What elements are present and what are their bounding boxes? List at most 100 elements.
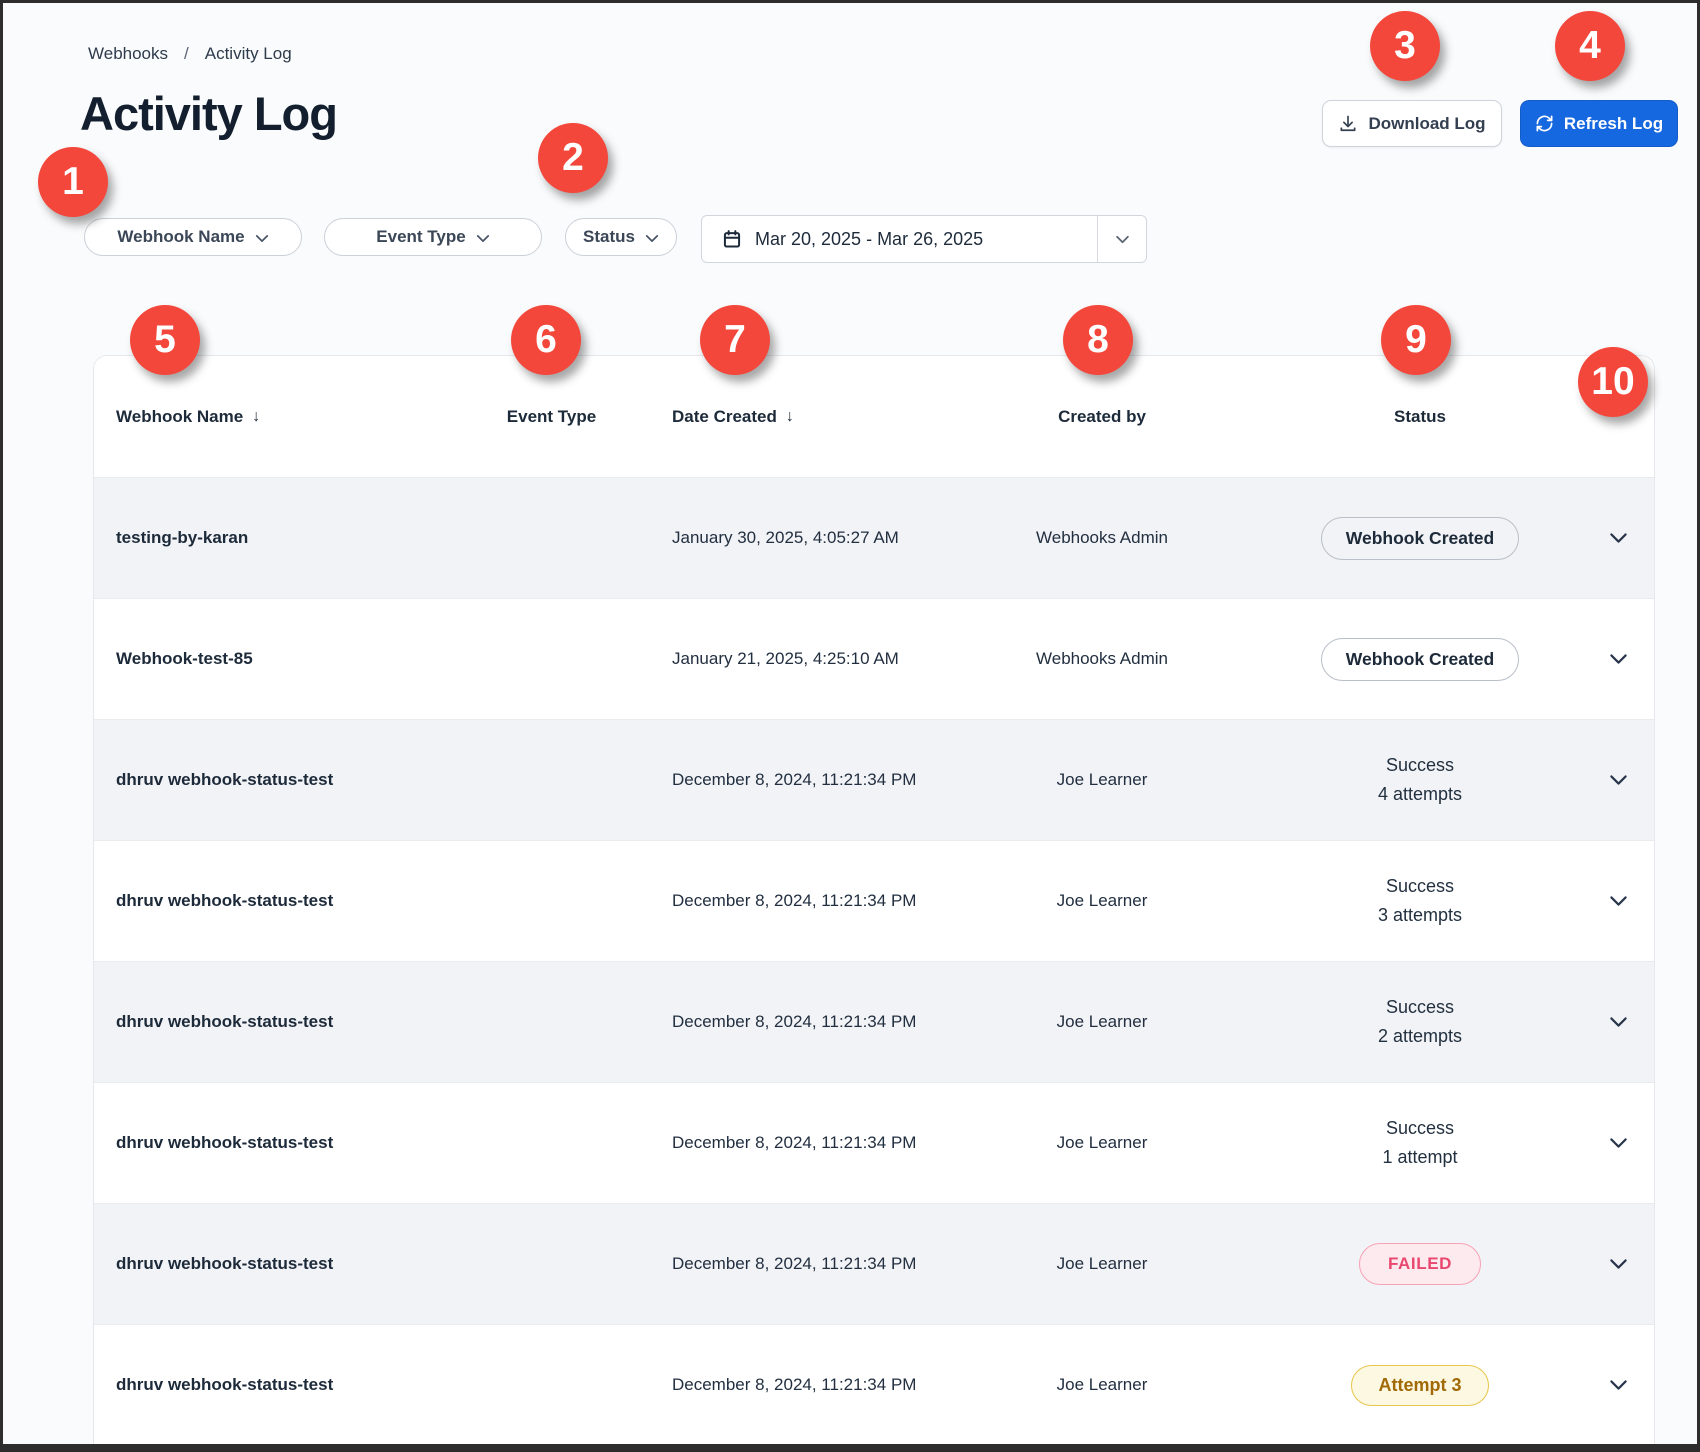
- page-title: Activity Log: [80, 86, 337, 141]
- cell-status: Success3 attempts: [1260, 872, 1580, 930]
- activity-log-table: Webhook Name ↓ Event Type Date Created ↓…: [93, 355, 1655, 1452]
- filter-event-type-label: Event Type: [376, 227, 465, 247]
- column-header-event-type: Event Type: [464, 407, 639, 427]
- expand-row-chevron-icon[interactable]: [1580, 1258, 1655, 1270]
- table-row[interactable]: dhruv webhook-status-testDecember 8, 202…: [94, 1082, 1654, 1203]
- chevron-down-icon: [476, 234, 490, 243]
- expand-row-chevron-icon[interactable]: [1580, 1379, 1655, 1391]
- cell-webhook-name: dhruv webhook-status-test: [94, 1254, 464, 1274]
- date-range-value: Mar 20, 2025 - Mar 26, 2025: [755, 229, 983, 250]
- date-range-picker[interactable]: Mar 20, 2025 - Mar 26, 2025: [701, 215, 1147, 263]
- activity-log-page: Webhooks / Activity Log Activity Log Dow…: [0, 0, 1700, 1452]
- cell-created-by: Joe Learner: [944, 1012, 1260, 1032]
- cell-webhook-name: testing-by-karan: [94, 528, 464, 548]
- status-line2: 3 attempts: [1378, 901, 1462, 930]
- cell-date-created: December 8, 2024, 11:21:34 PM: [639, 770, 944, 790]
- filter-webhook-name-label: Webhook Name: [117, 227, 244, 247]
- cell-date-created: December 8, 2024, 11:21:34 PM: [639, 891, 944, 911]
- column-header-status: Status: [1260, 407, 1580, 427]
- cell-webhook-name: dhruv webhook-status-test: [94, 1012, 464, 1032]
- calendar-icon: [722, 229, 742, 249]
- cell-status: FAILED: [1260, 1243, 1580, 1285]
- status-line2: 1 attempt: [1382, 1143, 1457, 1172]
- cell-created-by: Joe Learner: [944, 1375, 1260, 1395]
- cell-webhook-name: Webhook-test-85: [94, 649, 464, 669]
- download-log-label: Download Log: [1368, 114, 1485, 134]
- status-badge: Attempt 3: [1351, 1365, 1488, 1406]
- cell-webhook-name: dhruv webhook-status-test: [94, 1133, 464, 1153]
- sort-desc-icon[interactable]: ↓: [786, 408, 794, 426]
- cell-status: Webhook Created: [1260, 638, 1580, 681]
- breadcrumb: Webhooks / Activity Log: [88, 44, 292, 64]
- refresh-log-button[interactable]: Refresh Log: [1520, 100, 1678, 147]
- filter-status[interactable]: Status: [565, 218, 677, 256]
- filter-status-label: Status: [583, 227, 635, 247]
- status-text: Success2 attempts: [1378, 993, 1462, 1051]
- cell-status: Webhook Created: [1260, 517, 1580, 560]
- cell-created-by: Webhooks Admin: [944, 649, 1260, 669]
- date-range-dropdown-toggle[interactable]: [1097, 216, 1146, 262]
- cell-date-created: January 30, 2025, 4:05:27 AM: [639, 528, 944, 548]
- table-row[interactable]: testing-by-karan January 30, 2025, 4:05:2…: [94, 477, 1654, 598]
- chevron-down-icon: [255, 234, 269, 243]
- cell-webhook-name: dhruv webhook-status-test: [94, 891, 464, 911]
- expand-row-chevron-icon[interactable]: [1580, 774, 1655, 786]
- breadcrumb-separator: /: [184, 44, 189, 64]
- table-body: testing-by-karan January 30, 2025, 4:05:2…: [94, 477, 1654, 1445]
- status-badge: Webhook Created: [1321, 517, 1519, 560]
- cell-date-created: December 8, 2024, 11:21:34 PM: [639, 1375, 944, 1395]
- cell-created-by: Webhooks Admin: [944, 528, 1260, 548]
- expand-row-chevron-icon[interactable]: [1580, 532, 1655, 544]
- annotation-badge-7: 7: [700, 305, 770, 375]
- table-row[interactable]: dhruv webhook-status-test December 8, 202…: [94, 719, 1654, 840]
- refresh-log-label: Refresh Log: [1564, 114, 1663, 134]
- status-line1: Success: [1382, 1114, 1457, 1143]
- cell-date-created: December 8, 2024, 11:21:34 PM: [639, 1254, 944, 1274]
- expand-row-chevron-icon[interactable]: [1580, 1016, 1655, 1028]
- cell-created-by: Joe Learner: [944, 891, 1260, 911]
- status-text: Success1 attempt: [1382, 1114, 1457, 1172]
- table-row[interactable]: dhruv webhook-status-test December 8, 202…: [94, 840, 1654, 961]
- status-badge: Webhook Created: [1321, 638, 1519, 681]
- status-line1: Success: [1378, 993, 1462, 1022]
- status-line1: Success: [1378, 872, 1462, 901]
- column-header-webhook-name[interactable]: Webhook Name ↓: [94, 407, 464, 427]
- filter-webhook-name[interactable]: Webhook Name: [84, 218, 302, 256]
- cell-status: Success2 attempts: [1260, 993, 1580, 1051]
- status-line2: 2 attempts: [1378, 1022, 1462, 1051]
- cell-status: Success4 attempts: [1260, 751, 1580, 809]
- filter-event-type[interactable]: Event Type: [324, 218, 542, 256]
- cell-created-by: Joe Learner: [944, 1254, 1260, 1274]
- breadcrumb-webhooks[interactable]: Webhooks: [88, 44, 168, 64]
- status-text: Success3 attempts: [1378, 872, 1462, 930]
- column-header-date-created[interactable]: Date Created ↓: [639, 407, 944, 427]
- annotation-badge-8: 8: [1063, 305, 1133, 375]
- status-text: Success4 attempts: [1378, 751, 1462, 809]
- breadcrumb-activity-log: Activity Log: [205, 44, 292, 64]
- annotation-badge-9: 9: [1381, 305, 1451, 375]
- column-header-created-by: Created by: [944, 407, 1260, 427]
- download-log-button[interactable]: Download Log: [1322, 100, 1502, 147]
- expand-row-chevron-icon[interactable]: [1580, 895, 1655, 907]
- cell-webhook-name: dhruv webhook-status-test: [94, 770, 464, 790]
- annotation-badge-10: 10: [1578, 347, 1648, 417]
- table-row[interactable]: dhruv webhook-status-test December 8, 202…: [94, 1203, 1654, 1324]
- table-row[interactable]: Webhook-test-85January 21, 2025, 4:25:10…: [94, 598, 1654, 719]
- expand-row-chevron-icon[interactable]: [1580, 653, 1655, 665]
- expand-row-chevron-icon[interactable]: [1580, 1137, 1655, 1149]
- status-badge: FAILED: [1359, 1243, 1481, 1285]
- annotation-badge-3: 3: [1370, 11, 1440, 81]
- cell-date-created: December 8, 2024, 11:21:34 PM: [639, 1012, 944, 1032]
- annotation-badge-2: 2: [538, 123, 608, 193]
- table-row[interactable]: dhruv webhook-status-test December 8, 202…: [94, 1324, 1654, 1445]
- cell-status: Attempt 3: [1260, 1365, 1580, 1406]
- sort-desc-icon[interactable]: ↓: [252, 408, 260, 426]
- cell-webhook-name: dhruv webhook-status-test: [94, 1375, 464, 1395]
- annotation-badge-4: 4: [1555, 11, 1625, 81]
- cell-created-by: Joe Learner: [944, 1133, 1260, 1153]
- table-row[interactable]: dhruv webhook-status-test December 8, 202…: [94, 961, 1654, 1082]
- annotation-badge-1: 1: [38, 147, 108, 217]
- annotation-badge-5: 5: [130, 305, 200, 375]
- cell-created-by: Joe Learner: [944, 770, 1260, 790]
- cell-status: Success1 attempt: [1260, 1114, 1580, 1172]
